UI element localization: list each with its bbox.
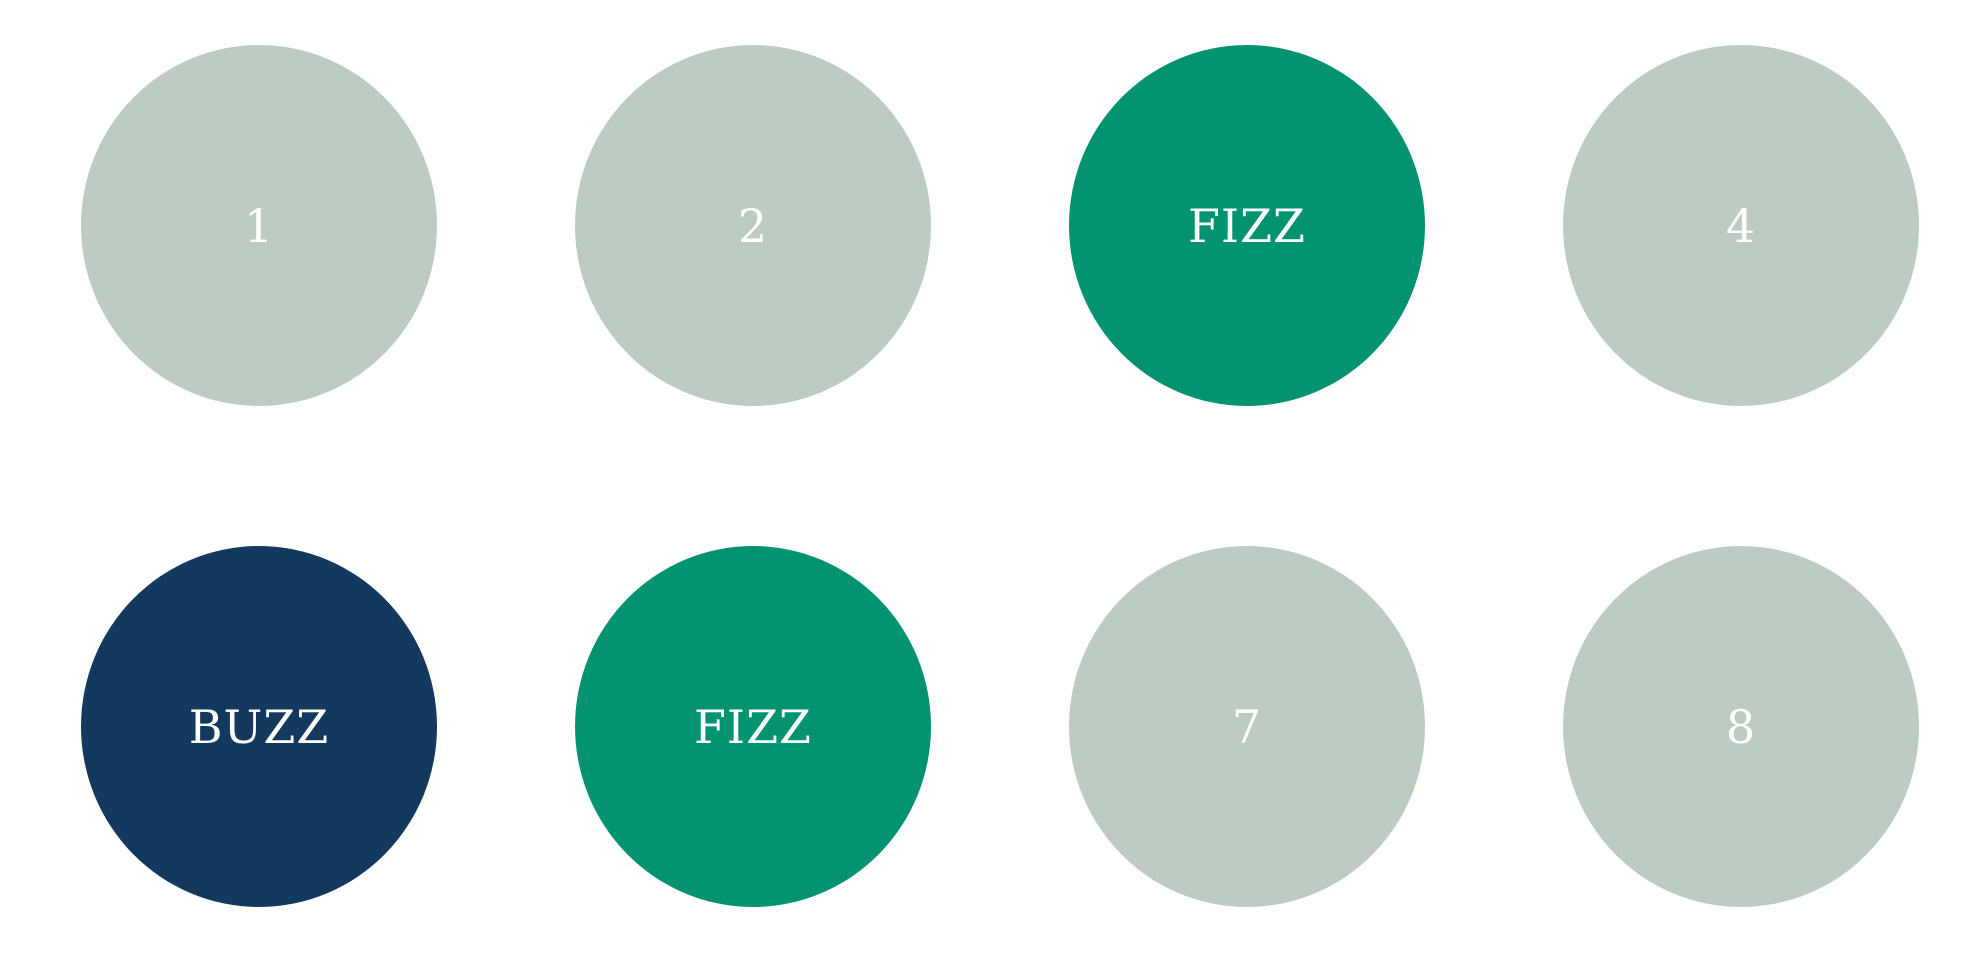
tile-3: FIZZ <box>1069 45 1425 406</box>
tile-label: 7 <box>1231 699 1263 754</box>
tile-label: FIZZ <box>1187 198 1306 253</box>
tile-2: 2 <box>575 45 931 406</box>
tile-label: BUZZ <box>188 699 330 754</box>
tile-label: 2 <box>737 198 769 253</box>
tile-6: FIZZ <box>575 546 931 907</box>
tile-label: 1 <box>243 198 275 253</box>
tile-label: 4 <box>1725 198 1757 253</box>
tile-label: 8 <box>1725 699 1757 754</box>
tile-5: BUZZ <box>81 546 437 907</box>
fizzbuzz-grid: 1 2 FIZZ 4 BUZZ FIZZ 7 8 <box>81 45 1921 907</box>
tile-label: FIZZ <box>693 699 812 754</box>
tile-7: 7 <box>1069 546 1425 907</box>
tile-1: 1 <box>81 45 437 406</box>
tile-4: 4 <box>1563 45 1919 406</box>
tile-8: 8 <box>1563 546 1919 907</box>
